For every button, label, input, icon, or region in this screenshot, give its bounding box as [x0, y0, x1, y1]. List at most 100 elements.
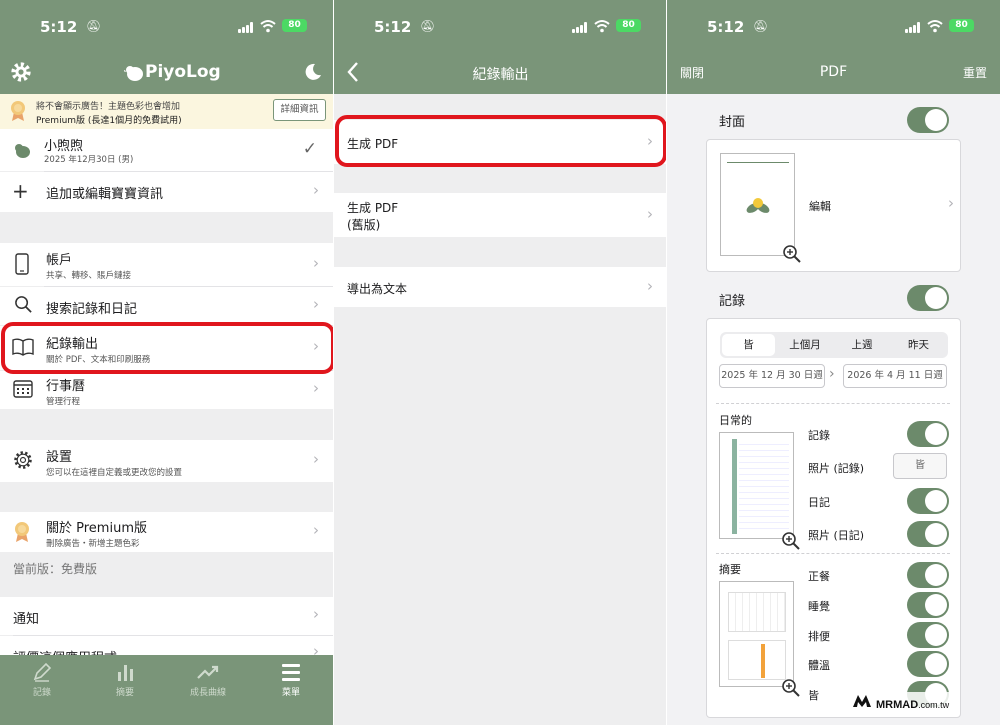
wifi-icon: [260, 20, 276, 33]
menu-item-settings[interactable]: 設置 您可以在這裡自定義或更改您的設置 ›: [0, 440, 333, 482]
tab-summary[interactable]: 摘要: [95, 661, 155, 698]
chick-logo-icon: [124, 66, 143, 81]
separator: [716, 553, 950, 554]
mute-bell-icon: 🔕︎: [420, 19, 436, 33]
tab-menu[interactable]: 菜單: [261, 661, 321, 698]
tab-label: 菜單: [281, 688, 300, 698]
menu-item-premium[interactable]: 關於 Premium版 刪除廣告・新增主題色彩 ›: [0, 512, 333, 552]
diary-toggle[interactable]: [907, 488, 949, 514]
zoom-in-icon[interactable]: [782, 244, 802, 264]
battery-indicator: 80: [616, 19, 641, 32]
top-bar: 5:12 🔕︎ 80 PiyoLog: [0, 0, 333, 94]
chevron-right-icon: ›: [313, 254, 319, 272]
stool-toggle[interactable]: [907, 622, 949, 648]
premium-banner: 將不會顯示廣告！主題色彩也會增加 Premium版 (長達1個月的免費試用) 詳…: [0, 94, 333, 129]
daily-option-records: 記錄: [808, 429, 830, 442]
date-from: 2025 年 12 月 30 日週二: [721, 370, 823, 381]
sleep-toggle[interactable]: [907, 592, 949, 618]
records-label: 記錄: [719, 294, 746, 309]
wifi-icon: [927, 20, 943, 33]
medal-icon: [11, 101, 25, 121]
top-bar: 5:12 🔕︎ 80 紀錄輸出: [334, 0, 667, 94]
current-version: 當前版：免費版: [13, 562, 98, 576]
search-icon: [15, 296, 32, 313]
export-screen: 5:12 🔕︎ 80 紀錄輸出 生成 PDF › 生成 PDF (舊版) › 導…: [334, 0, 667, 725]
watermark-brand: MRMAD: [876, 699, 919, 711]
menu-item-account[interactable]: 帳戶 共享、轉移、賬戶鏈接 ›: [0, 243, 333, 286]
daily-option-diary: 日記: [808, 496, 830, 509]
range-label: 上個月: [789, 339, 821, 351]
daily-option-photo-diary: 照片 (日記): [808, 529, 865, 542]
menu-item-title: 通知: [13, 612, 40, 627]
range-option-all[interactable]: 皆: [722, 334, 775, 356]
details-button[interactable]: 詳細資訊: [273, 99, 326, 121]
menu-item-title: 評價這個應用程式: [13, 647, 117, 655]
summary-option-stool: 排便: [808, 630, 830, 643]
menu-screen: 5:12 🔕︎ 80 PiyoLog 將不會顯示廣告！主題色彩也會增加 Prem…: [0, 0, 333, 725]
zoom-in-icon[interactable]: [781, 678, 801, 698]
generate-pdf-legacy-row[interactable]: 生成 PDF (舊版) ›: [334, 193, 667, 237]
range-label: 皆: [743, 339, 754, 351]
moon-icon[interactable]: [302, 62, 322, 82]
row-label: 導出為文本: [347, 282, 408, 296]
export-text-row[interactable]: 導出為文本 ›: [334, 267, 667, 307]
add-baby-row[interactable]: + 追加或編輯寶寶資訊 ›: [0, 172, 333, 212]
reset-button[interactable]: 重置: [963, 64, 987, 81]
chevron-right-icon: ›: [948, 194, 954, 212]
top-bar: 5:12 🔕︎ 80 關閉 PDF 重置: [667, 0, 1000, 94]
records-toggle[interactable]: [907, 285, 949, 311]
meal-toggle[interactable]: [907, 562, 949, 588]
menu-item-search[interactable]: 搜索記錄和日記 ›: [0, 287, 333, 325]
medal-icon: [15, 522, 29, 542]
photo-value: 皆: [915, 460, 925, 471]
temp-toggle[interactable]: [907, 651, 949, 677]
menu-item-calendar[interactable]: 行事曆 管理行程 ›: [0, 371, 333, 409]
date-to-field[interactable]: 2026 年 4 月 11 日週六: [843, 364, 947, 388]
chevron-right-icon: ›: [313, 450, 319, 468]
mute-bell-icon: 🔕︎: [753, 19, 769, 33]
zoom-in-icon[interactable]: [781, 531, 801, 551]
range-option-yesterday[interactable]: 昨天: [891, 334, 946, 356]
cover-thumbnail: [720, 153, 795, 256]
range-option-last-week[interactable]: 上週: [835, 334, 889, 356]
menu-item-notify[interactable]: 通知 ›: [0, 597, 333, 635]
menu-item-title: 帳戶: [46, 253, 73, 268]
page-title: 紀錄輸出: [472, 67, 529, 83]
battery-indicator: 80: [282, 19, 307, 32]
tab-label: 記錄: [32, 688, 51, 698]
cover-toggle[interactable]: [907, 107, 949, 133]
chevron-right-icon: ›: [313, 379, 319, 397]
gear-icon[interactable]: [10, 61, 32, 83]
date-from-field[interactable]: 2025 年 12 月 30 日週二: [719, 364, 825, 388]
summary-option-all: 皆: [808, 689, 819, 702]
photo-records-select[interactable]: 皆: [893, 453, 947, 479]
banner-line1: 將不會顯示廣告！主題色彩也會增加: [36, 102, 181, 112]
menu-item-title: 關於 Premium版: [46, 521, 147, 536]
calendar-icon: [13, 380, 33, 398]
daily-records-toggle[interactable]: [907, 421, 949, 447]
page-title: PDF: [819, 64, 848, 80]
baby-row[interactable]: 小煦煦 2025 年12月30日 (男) ✓: [0, 129, 333, 171]
cover-card[interactable]: 編輯 ›: [706, 139, 961, 272]
photo-diary-toggle[interactable]: [907, 521, 949, 547]
status-time: 5:12: [374, 18, 412, 36]
tab-growth[interactable]: 成長曲線: [178, 661, 238, 698]
chevron-right-icon: ›: [647, 277, 653, 295]
menu-item-rate[interactable]: 評價這個應用程式 ›: [0, 636, 333, 655]
chick-leaf-illustration: [746, 198, 770, 213]
range-option-last-month[interactable]: 上個月: [777, 334, 833, 356]
tab-label: 成長曲線: [189, 688, 226, 698]
signal-icon: [238, 22, 255, 33]
row-label-sub: (舊版): [347, 218, 381, 232]
signal-icon: [572, 22, 589, 33]
chevron-right-icon: ›: [829, 366, 835, 382]
bar-chart-icon: [118, 665, 133, 681]
status-bar: 5:12 🔕︎ 80: [0, 0, 333, 50]
range-label: 上週: [851, 339, 873, 351]
baby-info: 2025 年12月30日 (男): [44, 155, 134, 165]
watermark-suffix: .com.tw: [918, 700, 950, 710]
tab-records[interactable]: 記錄: [12, 661, 72, 698]
range-segmented-control: 皆 上個月 上週 昨天: [720, 332, 948, 358]
chevron-right-icon: ›: [313, 642, 319, 655]
battery-indicator: 80: [949, 19, 974, 32]
